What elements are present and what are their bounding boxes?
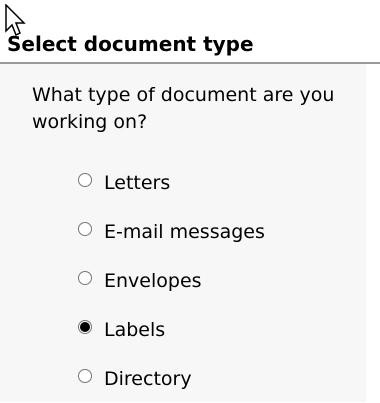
option-label[interactable]: Directory <box>104 367 192 391</box>
radio-labels[interactable] <box>78 319 92 334</box>
option-envelopes[interactable]: Envelopes <box>78 256 265 305</box>
document-type-options: Letters E-mail messages Envelopes Labels… <box>78 158 265 403</box>
option-directory[interactable]: Directory <box>78 354 265 403</box>
option-email-messages[interactable]: E-mail messages <box>78 207 265 256</box>
option-label[interactable]: Labels <box>104 318 165 342</box>
option-label[interactable]: Envelopes <box>104 269 202 293</box>
pane-header: Select document type <box>0 0 380 64</box>
mail-merge-task-pane: Select document type What type of docume… <box>0 0 380 402</box>
option-labels[interactable]: Labels <box>78 305 265 354</box>
mouse-pointer-icon <box>5 4 26 37</box>
option-label[interactable]: Letters <box>104 171 170 195</box>
radio-directory[interactable] <box>78 368 92 383</box>
radio-envelopes[interactable] <box>78 270 92 285</box>
radio-email-messages[interactable] <box>78 221 92 236</box>
option-label[interactable]: E-mail messages <box>104 220 265 244</box>
radio-letters[interactable] <box>78 172 92 187</box>
option-letters[interactable]: Letters <box>78 158 265 207</box>
pane-title: Select document type <box>7 32 254 56</box>
document-type-question: What type of document are you working on… <box>32 84 335 133</box>
